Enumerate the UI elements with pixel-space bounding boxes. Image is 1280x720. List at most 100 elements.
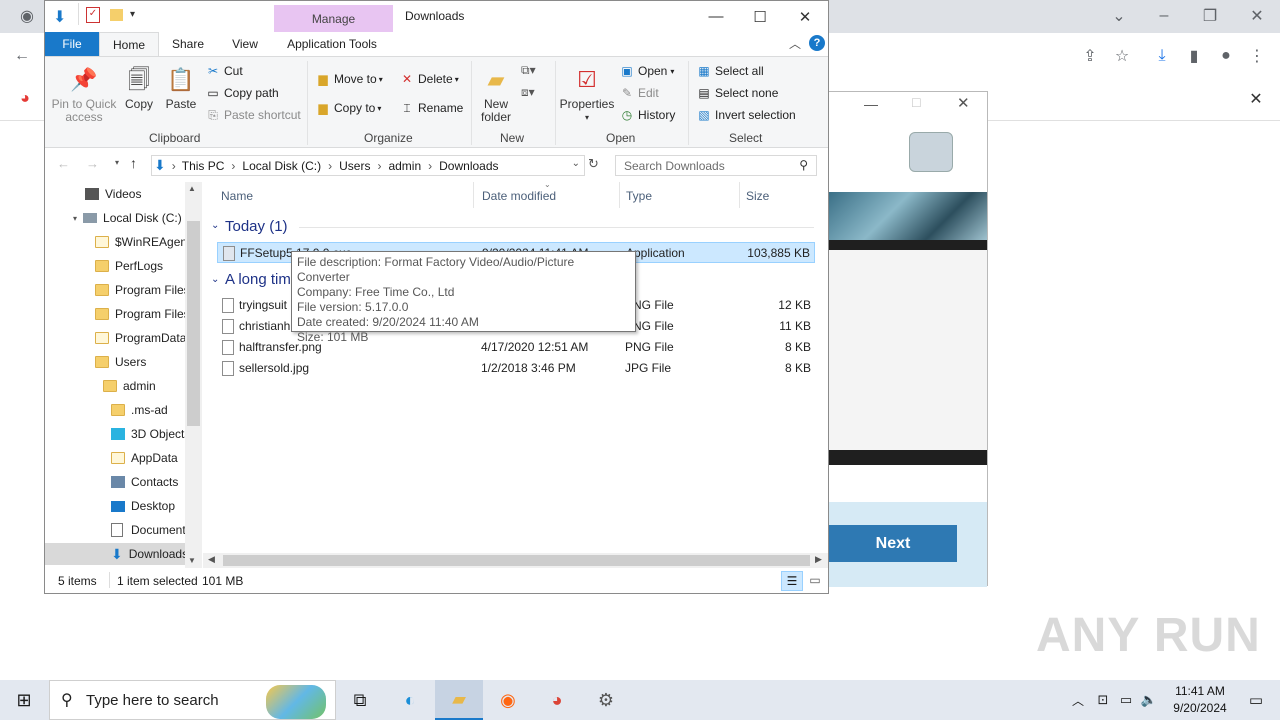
cut-button[interactable]: ✂ Cut <box>205 62 243 80</box>
menu-icon[interactable]: ⋮ <box>1245 44 1269 68</box>
taskbar-clock[interactable]: 11:41 AM 9/20/2024 <box>1168 683 1232 717</box>
profile-icon[interactable]: ● <box>1214 44 1238 68</box>
select-all-button[interactable]: ▦ Select all <box>696 62 763 80</box>
start-windows-icon[interactable]: ⊞ <box>0 680 48 720</box>
tab-share[interactable]: Share <box>163 32 213 56</box>
nav-item-program-files[interactable]: Program Files <box>95 279 190 301</box>
group-header-today[interactable]: Today (1) <box>225 218 288 235</box>
quick-access-download-icon[interactable]: ⬇ <box>53 7 71 26</box>
details-view-icon[interactable]: ☰ <box>781 571 803 591</box>
breadcrumb-local-disk[interactable]: Local Disk (C:) <box>242 159 321 173</box>
file-explorer-icon[interactable]: ▰ <box>435 680 483 720</box>
copy-path-button[interactable]: ▭ Copy path <box>205 84 278 102</box>
file-row[interactable]: sellersold.jpg 1/2/2018 3:46 PM JPG File… <box>217 358 815 379</box>
close-icon[interactable]: ✕ <box>1245 4 1269 28</box>
close-banner-icon[interactable]: ✕ <box>1244 87 1268 111</box>
pin-to-quick-access-button[interactable]: 📌 Pin to Quick access <box>51 63 117 124</box>
up-arrow-icon[interactable]: ↑ <box>130 155 137 171</box>
rename-button[interactable]: ⌶ Rename <box>399 99 463 117</box>
group-collapse-icon[interactable]: ⌄ <box>211 274 219 285</box>
copy-to-button[interactable]: ▆ Copy to ▾ <box>315 99 381 117</box>
breadcrumb-this-pc[interactable]: This PC <box>182 159 225 173</box>
nav-item-programdata[interactable]: ProgramData <box>95 327 186 349</box>
close-button[interactable]: ✕ <box>782 1 828 32</box>
scroll-left-icon[interactable]: ◀ <box>208 554 215 565</box>
nav-item-desktop[interactable]: Desktop <box>111 495 175 517</box>
globe-icon[interactable]: ◉ <box>15 4 39 28</box>
nav-item-ms-ad[interactable]: .ms-ad <box>111 399 168 421</box>
copy-button[interactable]: 🗐 Copy <box>121 63 157 111</box>
minimize-button[interactable]: — <box>693 1 739 32</box>
star-icon[interactable]: ☆ <box>1110 44 1134 68</box>
customize-quick-access-icon[interactable]: ▾ <box>130 9 135 20</box>
horizontal-scrollbar[interactable]: ◀ ▶ <box>203 553 828 568</box>
address-field[interactable]: ⬇ › This PC › Local Disk (C:) › Users › … <box>151 155 585 176</box>
move-to-button[interactable]: ▆ Move to ▾ <box>315 70 382 88</box>
nav-item-perflogs[interactable]: PerfLogs <box>95 255 163 277</box>
tray-device-icon[interactable]: ⊡ <box>1092 680 1114 720</box>
task-view-icon[interactable]: ⧉ <box>336 680 384 720</box>
restore-icon[interactable]: ❐ <box>1198 4 1222 28</box>
column-header-type[interactable]: Type <box>626 189 652 203</box>
select-none-button[interactable]: ▤ Select none <box>696 84 778 102</box>
nav-item-winreagent[interactable]: $WinREAgent <box>95 231 190 253</box>
side-panel-icon[interactable]: ▮ <box>1182 44 1206 68</box>
address-dropdown-icon[interactable]: ⌄ <box>572 158 580 169</box>
nav-item-3d-objects[interactable]: 3D Objects <box>111 423 190 445</box>
edge-icon[interactable]: ◐ <box>386 680 434 720</box>
nav-item-local-disk[interactable]: ▾ Local Disk (C:) <box>73 207 182 229</box>
nav-item-admin[interactable]: admin <box>103 375 156 397</box>
chevron-down-icon[interactable]: ⌄ <box>1107 4 1131 28</box>
search-input[interactable]: Search Downloads ⚲ <box>615 155 817 176</box>
new-item-icon[interactable]: ⧉▾ <box>521 63 536 78</box>
next-button[interactable]: Next <box>829 525 957 562</box>
group-collapse-icon[interactable]: ⌄ <box>211 220 219 231</box>
column-header-date[interactable]: Date modified <box>482 189 556 203</box>
easy-access-icon[interactable]: ⧈▾ <box>521 85 535 100</box>
properties-quick-icon[interactable]: ✓ <box>86 7 100 23</box>
format-factory-taskbar-icon[interactable]: ⚙ <box>582 680 630 720</box>
chrome-taskbar-icon[interactable]: ◕ <box>533 680 581 720</box>
back-icon[interactable]: ← <box>57 156 70 171</box>
manage-context-tab[interactable]: Manage <box>274 5 393 32</box>
taskbar-search-box[interactable]: ⚲ Type here to search <box>49 680 336 720</box>
column-header-name[interactable]: Name <box>221 189 253 203</box>
maximize-button[interactable]: ☐ <box>737 1 783 32</box>
column-header-size[interactable]: Size <box>746 189 769 203</box>
nav-item-downloads[interactable]: ⬇ Downloads <box>45 543 188 565</box>
paste-button[interactable]: 📋 Paste <box>163 63 199 111</box>
delete-button[interactable]: ✕ Delete ▾ <box>399 70 459 88</box>
tab-home[interactable]: Home <box>99 32 159 56</box>
nav-item-users[interactable]: Users <box>95 351 146 373</box>
refresh-icon[interactable]: ↻ <box>588 156 606 176</box>
nav-item-program-files-x86[interactable]: Program Files <box>95 303 190 325</box>
installer-close-icon[interactable]: ✕ <box>957 94 970 112</box>
paste-shortcut-button[interactable]: ⎘ Paste shortcut <box>205 106 301 124</box>
breadcrumb-downloads[interactable]: Downloads <box>439 159 498 173</box>
nav-item-videos[interactable]: Videos <box>85 183 141 205</box>
firefox-icon[interactable]: ◉ <box>484 680 532 720</box>
forward-icon[interactable]: → <box>86 156 99 171</box>
invert-selection-button[interactable]: ▧ Invert selection <box>696 106 795 124</box>
breadcrumb-admin[interactable]: admin <box>388 159 421 173</box>
back-arrow-icon[interactable]: ← <box>10 44 34 68</box>
tab-view[interactable]: View <box>220 32 270 56</box>
properties-button[interactable]: ☑ Properties ▾ <box>559 63 615 124</box>
tray-chevron-icon[interactable]: ︿ <box>1066 680 1090 720</box>
notification-icon[interactable]: ▭ <box>1232 680 1280 720</box>
tab-file[interactable]: File <box>45 32 99 56</box>
installer-minimize-icon[interactable]: — <box>864 96 878 112</box>
horizontal-scrollbar-thumb[interactable] <box>223 555 810 566</box>
large-icons-view-icon[interactable]: ▭ <box>805 571 825 591</box>
scroll-right-icon[interactable]: ▶ <box>815 554 822 565</box>
help-icon[interactable]: ? <box>809 35 825 51</box>
nav-scrollbar-thumb[interactable] <box>187 221 200 426</box>
breadcrumb-users[interactable]: Users <box>339 159 370 173</box>
edit-button[interactable]: ✎ Edit <box>619 84 659 102</box>
nav-item-documents[interactable]: Documents <box>111 519 192 541</box>
nav-item-contacts[interactable]: Contacts <box>111 471 178 493</box>
history-button[interactable]: ◷ History <box>619 106 676 124</box>
network-icon[interactable]: ▭ <box>1115 680 1137 720</box>
download-icon[interactable]: ⤓ <box>1150 44 1174 68</box>
tab-application-tools[interactable]: Application Tools <box>277 32 387 56</box>
